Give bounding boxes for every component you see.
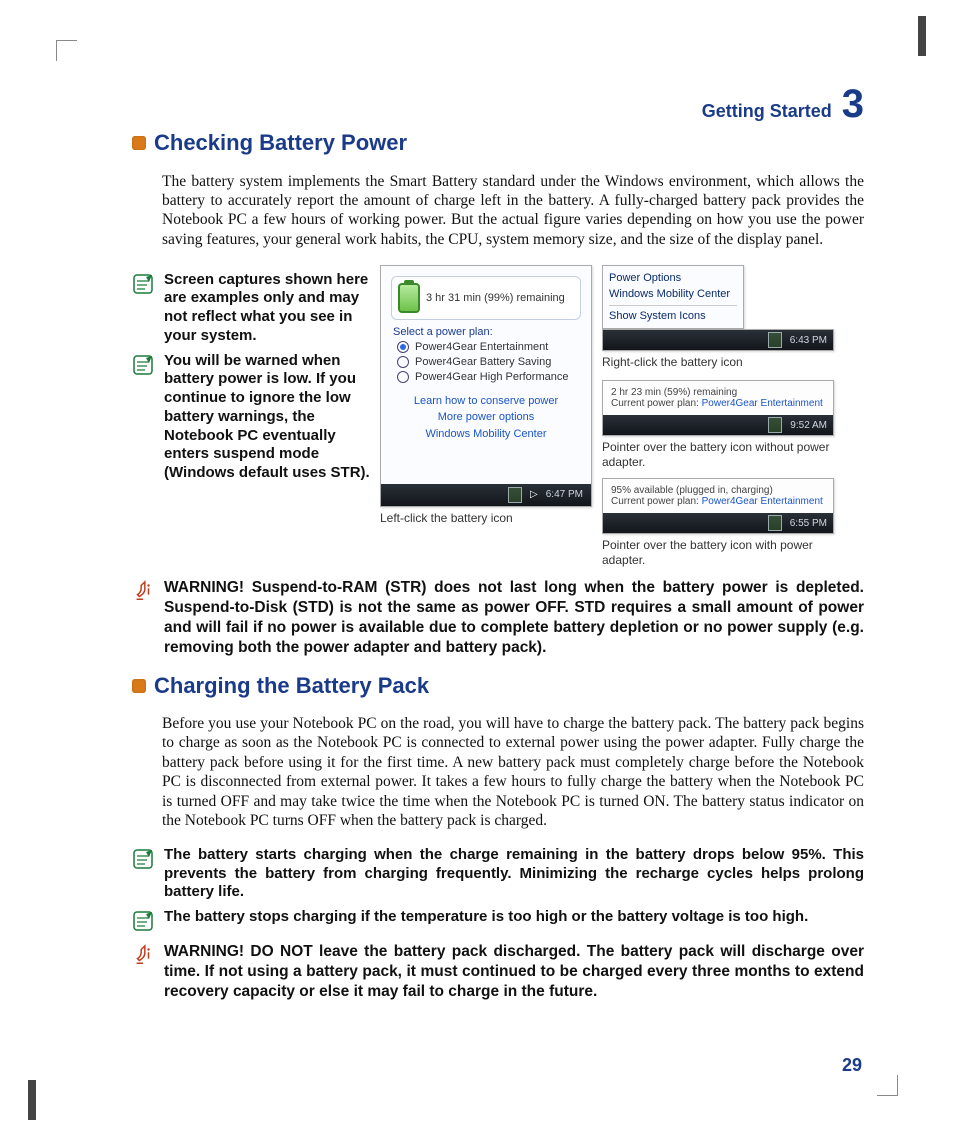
select-plan-label: Select a power plan: [393,326,579,338]
battery-tooltip: 95% available (plugged in, charging) Cur… [603,479,833,513]
plan-links: Learn how to conserve power More power o… [387,393,585,443]
note-icon [132,910,154,932]
link-more-options: More power options [387,409,585,426]
note-text: You will be warned when battery power is… [164,352,370,483]
taskbar-tray: 6:55 PM [603,513,833,533]
section-heading-row: Charging the Battery Pack [132,673,864,699]
tray-clock: 6:55 PM [790,518,827,529]
page-number: 29 [842,1055,862,1076]
screenshot-grid: Screen captures shown here are examples … [120,265,864,569]
context-menu-screenshot: Power Options Windows Mobility Center Sh… [602,265,744,330]
note-block: Screen captures shown here are examples … [132,271,370,346]
note-block: The battery starts charging when the cha… [132,846,864,902]
bullet-icon [132,679,146,693]
section-heading: Checking Battery Power [154,130,407,156]
battery-icon [398,283,420,313]
warning-icon [132,580,154,602]
plan-label: Power4Gear Entertainment [415,341,548,353]
plan-label: Power4Gear High Performance [415,371,568,383]
page-content: Getting Started 3 Checking Battery Power… [120,84,864,1012]
tooltip-remaining: 2 hr 23 min (59%) remaining [611,387,825,398]
section2-body: Before you use your Notebook PC on the r… [162,714,864,830]
context-menu: Power Options Windows Mobility Center Sh… [603,266,743,329]
screenshot-caption: Left-click the battery icon [380,511,592,526]
link-conserve: Learn how to conserve power [387,393,585,410]
screenshot-caption: Pointer over the battery icon without po… [602,440,834,470]
tray-clock: 6:47 PM [546,489,583,500]
menu-item: Power Options [609,270,737,287]
document-page: Getting Started 3 Checking Battery Power… [0,0,954,1136]
tray-clock: 6:43 PM [790,335,827,346]
crop-mark-bottom-left [28,1080,36,1120]
battery-remaining-text: 3 hr 31 min (99%) remaining [426,292,565,304]
note-text: Screen captures shown here are examples … [164,271,370,346]
taskbar-tray: ▷ 6:47 PM [381,484,591,506]
warning-block: WARNING! DO NOT leave the battery pack d… [132,942,864,1002]
screenshots-right-column: Power Options Windows Mobility Center Sh… [602,265,834,569]
warning-icon [132,944,154,966]
note-block: The battery stops charging if the temper… [132,908,864,932]
tooltip-plan-label: Current power plan: [611,496,699,507]
tooltip-screenshot-ac: 95% available (plugged in, charging) Cur… [602,478,834,534]
battery-status-bubble: 3 hr 31 min (99%) remaining [391,276,581,320]
note-text: The battery stops charging if the temper… [164,908,808,932]
tooltip-remaining: 95% available (plugged in, charging) [611,485,825,496]
taskbar-tray: 6:43 PM [602,329,834,351]
plan-label: Power4Gear Battery Saving [415,356,551,368]
tray-battery-icon [508,487,522,503]
radio-icon [397,341,409,353]
link-mobility-center: Windows Mobility Center [387,426,585,443]
chapter-number: 3 [842,84,864,124]
screenshot-caption: Right-click the battery icon [602,355,834,370]
power-flyout-screenshot: 3 hr 31 min (99%) remaining Select a pow… [380,265,592,507]
tray-clock: 9:52 AM [790,420,827,431]
note-icon [132,354,154,376]
warning-text: WARNING! Suspend-to-RAM (STR) does not l… [164,578,864,659]
section1-body: The battery system implements the Smart … [162,172,864,250]
page-header: Getting Started 3 [120,84,864,124]
tooltip-plan-value: Power4Gear Entertainment [702,496,823,507]
radio-icon [397,371,409,383]
tooltip-plan-label: Current power plan: [611,398,699,409]
power-plan-option: Power4Gear Battery Saving [397,356,575,368]
menu-item: Show System Icons [609,308,737,325]
section-heading: Charging the Battery Pack [154,673,429,699]
menu-item: Windows Mobility Center [609,286,737,303]
tooltip-screenshot-noac: 2 hr 23 min (59%) remaining Current powe… [602,380,834,436]
tray-battery-icon [768,417,782,433]
bullet-icon [132,136,146,150]
screenshot-left-click: 3 hr 31 min (99%) remaining Select a pow… [380,265,592,569]
battery-tooltip: 2 hr 23 min (59%) remaining Current powe… [603,381,833,415]
section-heading-row: Checking Battery Power [132,130,864,156]
warning-text: WARNING! DO NOT leave the battery pack d… [164,942,864,1002]
tooltip-plan-value: Power4Gear Entertainment [702,398,823,409]
tray-battery-icon [768,515,782,531]
notes-column: Screen captures shown here are examples … [120,265,370,569]
warning-block: WARNING! Suspend-to-RAM (STR) does not l… [132,578,864,659]
note-icon [132,273,154,295]
power-plan-option: Power4Gear High Performance [397,371,575,383]
note-block: You will be warned when battery power is… [132,352,370,483]
taskbar-tray: 9:52 AM [603,415,833,435]
note-text: The battery starts charging when the cha… [164,846,864,902]
section-label: Getting Started [702,101,832,122]
tray-battery-icon [768,332,782,348]
crop-mark-top-right [918,16,926,56]
radio-icon [397,356,409,368]
crop-mark-bottom-right [877,1075,898,1096]
screenshot-caption: Pointer over the battery icon with power… [602,538,834,568]
note-icon [132,848,154,870]
crop-mark-top-left [56,40,77,61]
power-plan-option: Power4Gear Entertainment [397,341,575,353]
